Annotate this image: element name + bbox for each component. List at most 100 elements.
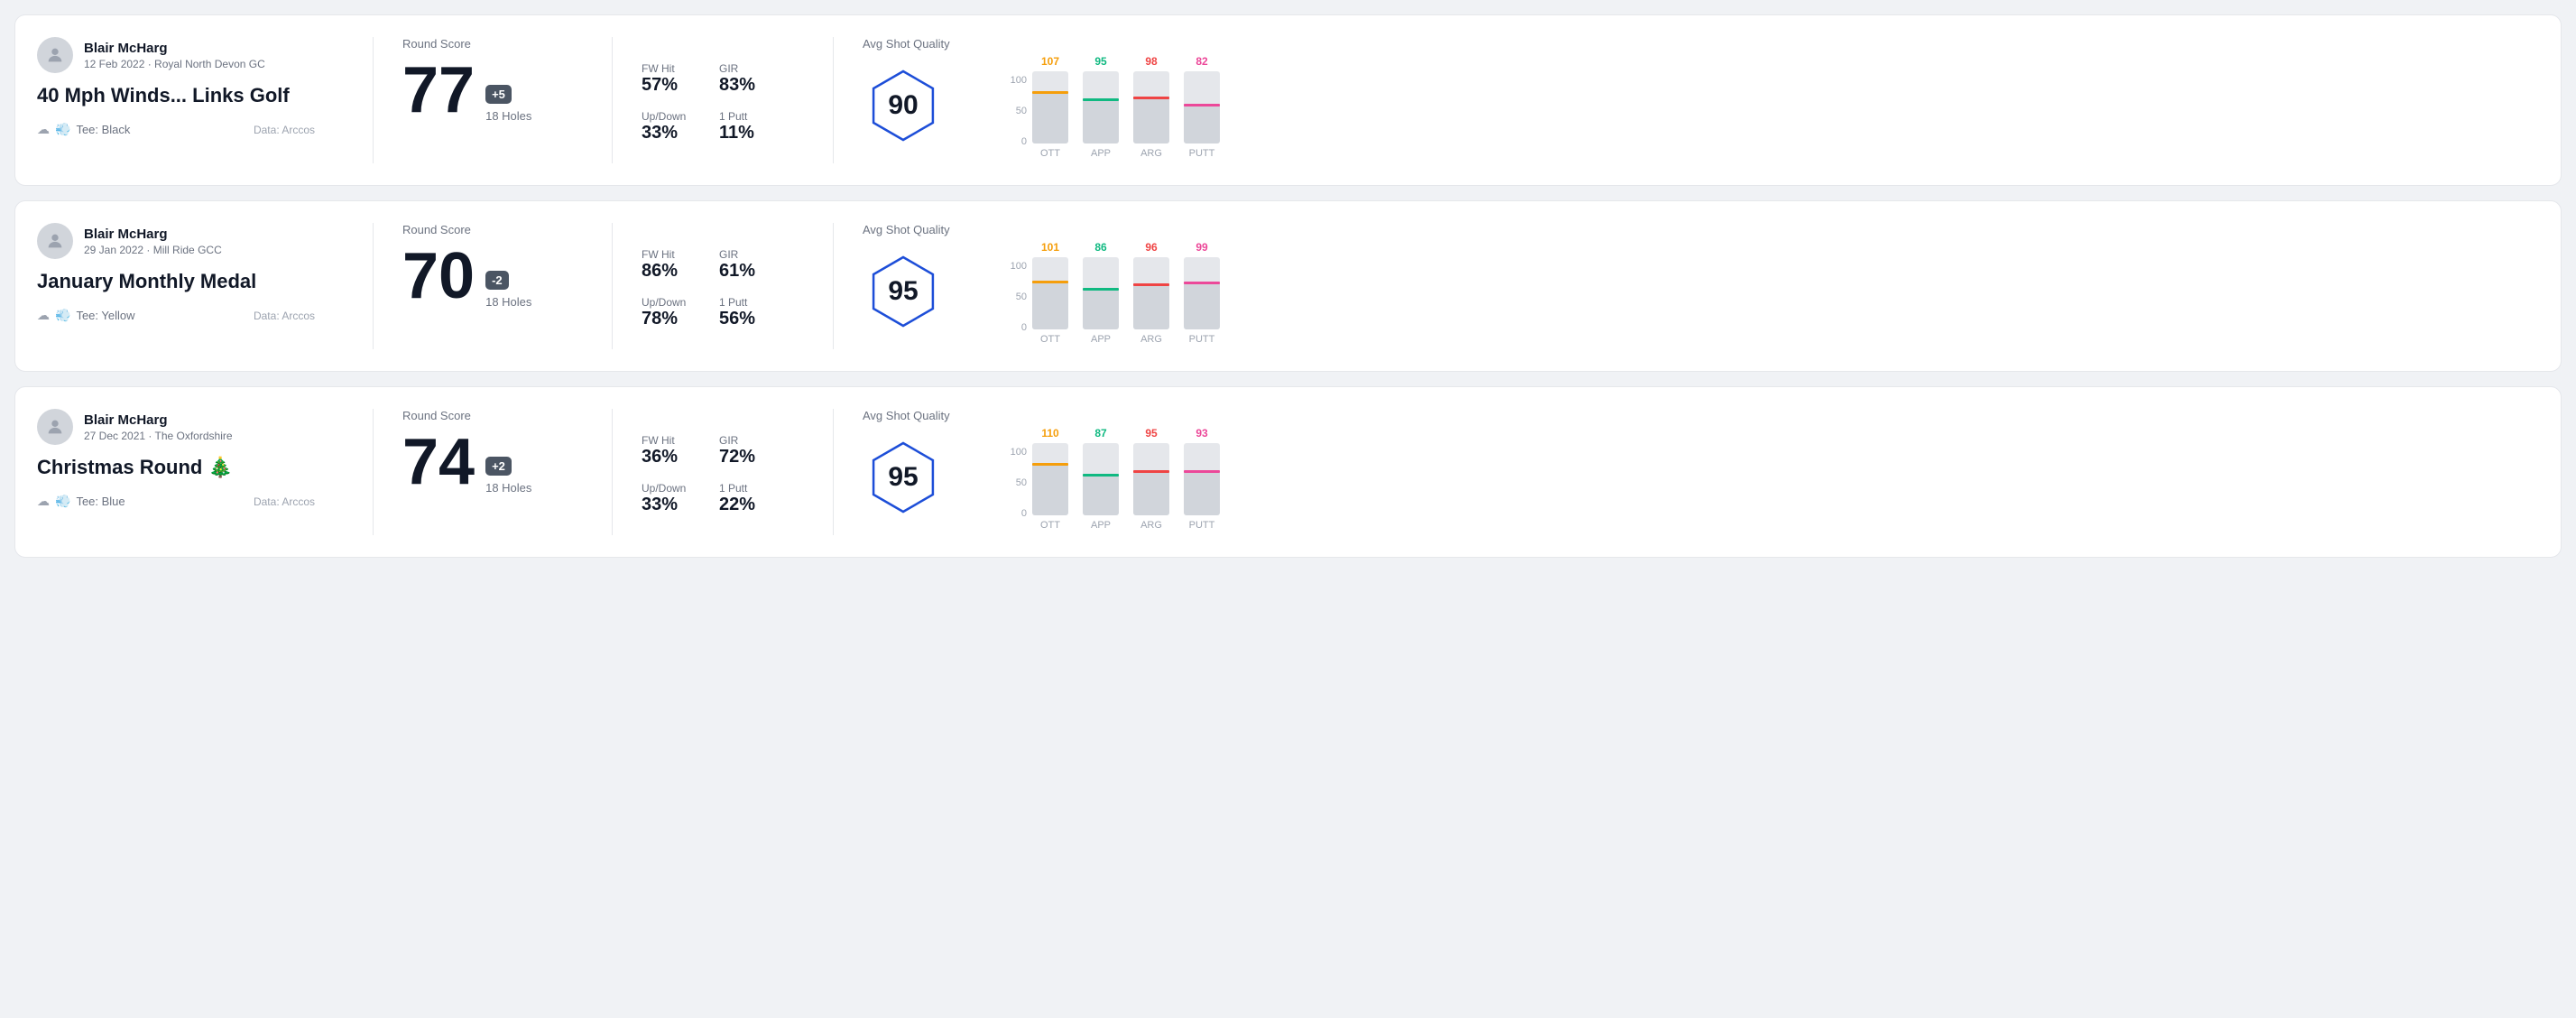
holes-text: 18 Holes	[485, 481, 531, 495]
y-min: 0	[1007, 136, 1027, 147]
bar-label: ARG	[1140, 334, 1162, 345]
avatar	[37, 37, 73, 73]
score-value: 74	[402, 430, 475, 495]
bar-wrapper	[1083, 71, 1119, 143]
bar-group: 95 ARG	[1133, 427, 1169, 531]
bar-wrapper	[1083, 257, 1119, 329]
updown-label: Up/Down	[642, 296, 697, 309]
hexagon: 90	[863, 65, 944, 146]
bars-container: 110 OTT 87 APP 95 ARG 93	[1032, 427, 1220, 531]
bar-indicator	[1032, 463, 1068, 466]
card-footer: ☁ 💨 Tee: Blue Data: Arccos	[37, 494, 315, 509]
hex-container: 90	[863, 65, 944, 146]
stats-grid: FW Hit 86% GIR 61% Up/Down 78% 1 Putt 56…	[642, 248, 775, 329]
gir-value: 61%	[719, 261, 775, 282]
divider-1	[373, 37, 374, 163]
tee-info: ☁ 💨 Tee: Black	[37, 122, 130, 137]
bar-indicator	[1083, 98, 1119, 101]
bar-fill	[1133, 470, 1169, 515]
hex-container: 95	[863, 437, 944, 518]
score-section: Round Score 70 -2 18 Holes	[402, 223, 583, 349]
divider-2	[612, 37, 613, 163]
gir-value: 83%	[719, 75, 775, 96]
bar-indicator	[1032, 91, 1068, 94]
bar-group: 110 OTT	[1032, 427, 1068, 531]
user-meta: 29 Jan 2022 · Mill Ride GCC	[84, 244, 222, 256]
hex-score: 95	[888, 276, 918, 307]
tee-label: Tee: Black	[76, 123, 130, 136]
updown-stat: Up/Down 33%	[642, 482, 697, 515]
bar-value: 96	[1145, 241, 1157, 254]
y-mid: 50	[1007, 106, 1027, 116]
bar-indicator	[1133, 97, 1169, 99]
weather-icon: ☁	[37, 308, 50, 323]
bar-indicator	[1083, 288, 1119, 291]
user-info: Blair McHarg 12 Feb 2022 · Royal North D…	[84, 41, 265, 70]
bar-label: ARG	[1140, 148, 1162, 159]
weather-icon: ☁	[37, 494, 50, 509]
round-title: 40 Mph Winds... Links Golf	[37, 84, 315, 107]
hex-score: 95	[888, 462, 918, 493]
oneputt-label: 1 Putt	[719, 110, 775, 123]
bar-label: APP	[1091, 148, 1111, 159]
updown-value: 33%	[642, 123, 697, 143]
card-left: Blair McHarg 29 Jan 2022 · Mill Ride GCC…	[37, 223, 344, 349]
divider-3	[833, 37, 834, 163]
bar-indicator	[1032, 281, 1068, 283]
bar-group: 98 ARG	[1133, 55, 1169, 159]
bar-group: 101 OTT	[1032, 241, 1068, 345]
bar-group: 107 OTT	[1032, 55, 1068, 159]
score-section: Round Score 74 +2 18 Holes	[402, 409, 583, 535]
bar-value: 110	[1041, 427, 1058, 440]
score-label: Round Score	[402, 37, 554, 51]
bar-label: OTT	[1040, 148, 1060, 159]
card-footer: ☁ 💨 Tee: Yellow Data: Arccos	[37, 308, 315, 323]
oneputt-value: 11%	[719, 123, 775, 143]
updown-value: 78%	[642, 309, 697, 329]
fw-hit-label: FW Hit	[642, 248, 697, 261]
hex-score: 90	[888, 90, 918, 121]
score-row: 77 +5 18 Holes	[402, 58, 554, 123]
bar-group: 99 PUTT	[1184, 241, 1220, 345]
bar-group: 86 APP	[1083, 241, 1119, 345]
data-source: Data: Arccos	[254, 495, 315, 508]
bar-group: 87 APP	[1083, 427, 1119, 531]
gir-value: 72%	[719, 447, 775, 467]
stats-section: FW Hit 36% GIR 72% Up/Down 33% 1 Putt 22…	[642, 409, 804, 535]
stats-header-spacer	[642, 223, 775, 241]
fw-hit-value: 86%	[642, 261, 697, 282]
wind-icon: 💨	[55, 308, 70, 323]
bar-wrapper	[1032, 71, 1068, 143]
divider-1	[373, 223, 374, 349]
bar-value: 99	[1196, 241, 1207, 254]
score-detail: +5 18 Holes	[485, 85, 531, 123]
data-source: Data: Arccos	[254, 310, 315, 322]
bar-fill	[1133, 283, 1169, 329]
gir-stat: GIR 61%	[719, 248, 775, 282]
chart-container: 100 50 0 110 OTT 87 APP 95	[1007, 427, 2539, 535]
score-value: 70	[402, 244, 475, 309]
stats-header-spacer	[642, 409, 775, 427]
bar-value: 82	[1196, 55, 1207, 68]
updown-label: Up/Down	[642, 110, 697, 123]
divider-2	[612, 223, 613, 349]
fw-hit-stat: FW Hit 36%	[642, 434, 697, 467]
fw-hit-value: 36%	[642, 447, 697, 467]
quality-label: Avg Shot Quality	[863, 409, 950, 422]
chart-section: 100 50 0 101 OTT 86 APP 96	[1007, 223, 2539, 349]
stats-grid: FW Hit 57% GIR 83% Up/Down 33% 1 Putt 11…	[642, 62, 775, 143]
oneputt-stat: 1 Putt 22%	[719, 482, 775, 515]
divider-1	[373, 409, 374, 535]
score-detail: -2 18 Holes	[485, 271, 531, 309]
chart-section: 100 50 0 107 OTT 95 APP 98	[1007, 37, 2539, 163]
user-name: Blair McHarg	[84, 227, 222, 242]
stats-section: FW Hit 86% GIR 61% Up/Down 78% 1 Putt 56…	[642, 223, 804, 349]
y-max: 100	[1007, 75, 1027, 86]
user-header: Blair McHarg 29 Jan 2022 · Mill Ride GCC	[37, 223, 315, 259]
bars-container: 107 OTT 95 APP 98 ARG 82	[1032, 55, 1220, 159]
bar-group: 93 PUTT	[1184, 427, 1220, 531]
fw-hit-label: FW Hit	[642, 434, 697, 447]
hexagon: 95	[863, 437, 944, 518]
round-title: Christmas Round 🎄	[37, 456, 315, 479]
tee-label: Tee: Blue	[76, 495, 125, 508]
